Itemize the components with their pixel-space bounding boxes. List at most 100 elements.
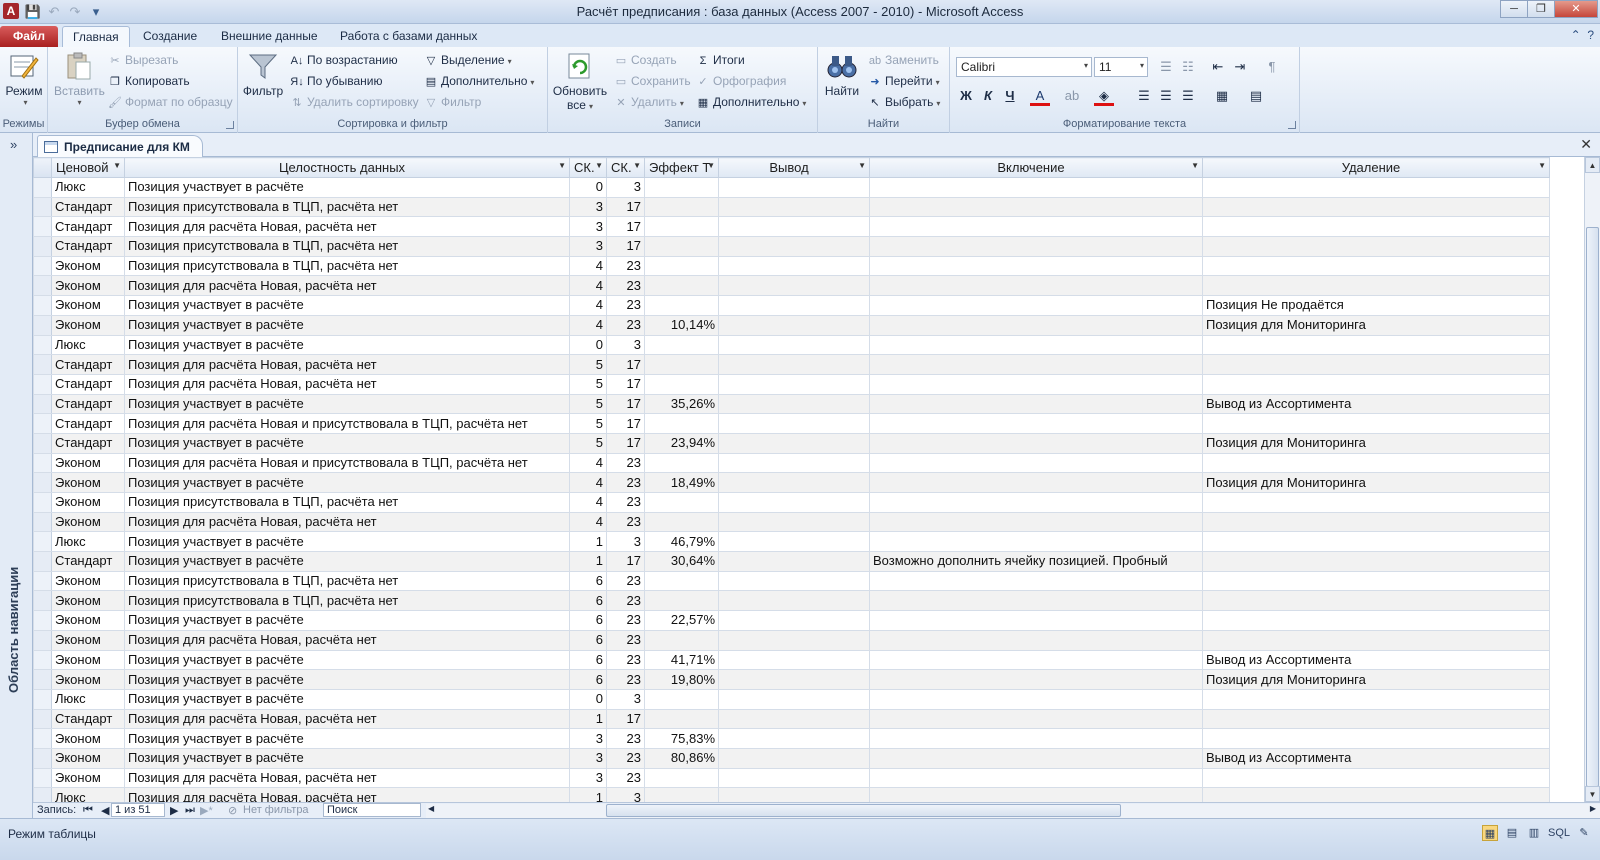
font-color-icon[interactable]: A	[1030, 86, 1050, 106]
tab-database-tools[interactable]: Работа с базами данных	[330, 26, 487, 47]
table-row[interactable]: Эконом Позиция участвует в расчёте 3 23 75,8…	[33, 728, 1550, 749]
table-cell[interactable]: Позиция участвует в расчёте	[124, 728, 570, 749]
align-left-icon[interactable]: ☰	[1134, 86, 1154, 106]
table-row[interactable]: Стандарт Позиция для расчёта Новая, расчё…	[33, 373, 1550, 395]
table-cell[interactable]: Эконом	[51, 570, 125, 592]
table-cell[interactable]: Позиция для расчёта Новая, расчёта нет	[124, 354, 570, 375]
table-row[interactable]: Эконом Позиция участвует в расчёте 6 23 41,7…	[33, 649, 1550, 671]
table-cell[interactable]: Стандарт	[51, 216, 125, 238]
table-cell[interactable]: Эконом	[51, 452, 125, 474]
record-selector[interactable]	[33, 452, 52, 474]
align-right-icon[interactable]: ☰	[1178, 86, 1198, 106]
help-icon[interactable]: ⌃ ?	[1571, 28, 1594, 42]
table-cell[interactable]	[718, 413, 870, 434]
record-selector[interactable]	[33, 196, 52, 218]
record-selector[interactable]	[33, 492, 52, 513]
font-size-select[interactable]: 11 ▾	[1094, 57, 1148, 77]
scroll-up-icon[interactable]: ▲	[1585, 157, 1600, 173]
table-row[interactable]: Эконом Позиция участвует в расчёте 6 23 19,8…	[33, 669, 1550, 690]
record-selector[interactable]	[33, 708, 52, 730]
table-row[interactable]: Эконом Позиция участвует в расчёте 4 23 10,1…	[33, 314, 1550, 336]
toggle-filter-button[interactable]: ▽ Фильтр	[424, 92, 482, 112]
table-cell[interactable]: 17	[606, 708, 645, 730]
table-cell[interactable]	[1202, 610, 1550, 631]
table-cell[interactable]	[869, 708, 1203, 730]
table-cell[interactable]: 6	[569, 610, 607, 631]
datasheet-view-icon[interactable]: ▦	[1481, 825, 1498, 841]
table-cell[interactable]: 23	[606, 511, 645, 533]
table-row[interactable]: Стандарт Позиция для расчёта Новая, расчё…	[33, 216, 1550, 238]
table-cell[interactable]	[1202, 236, 1550, 257]
table-cell[interactable]	[718, 629, 870, 651]
table-cell[interactable]	[869, 610, 1203, 631]
table-cell[interactable]	[644, 177, 719, 198]
table-cell[interactable]: 23	[606, 314, 645, 336]
table-row[interactable]: Люкс Позиция участвует в расчёте 0 3	[33, 177, 1550, 198]
table-cell[interactable]: Стандарт	[51, 708, 125, 730]
table-row[interactable]: Эконом Позиция для расчёта Новая, расчёта…	[33, 511, 1550, 533]
record-selector[interactable]	[33, 472, 52, 493]
table-cell[interactable]	[869, 314, 1203, 336]
column-header-sk2[interactable]: СК. ▼	[606, 157, 645, 178]
table-row[interactable]: Стандарт Позиция присутствовала в ТЦП, ра…	[33, 196, 1550, 218]
new-record-button[interactable]: ▭ Создать	[614, 50, 677, 70]
table-cell[interactable]: 23	[606, 452, 645, 474]
record-selector[interactable]	[33, 629, 52, 651]
table-cell[interactable]: Позиция для Мониторинга	[1202, 472, 1550, 493]
table-cell[interactable]: 1	[569, 708, 607, 730]
column-dropdown-icon[interactable]: ▼	[1191, 161, 1199, 170]
table-cell[interactable]: 23	[606, 728, 645, 749]
numbering-icon[interactable]: ☷	[1178, 57, 1198, 77]
record-selector[interactable]	[33, 373, 52, 395]
record-selector[interactable]	[33, 255, 52, 277]
save-record-button[interactable]: ▭ Сохранить	[614, 71, 691, 91]
table-cell[interactable]: Позиция для Мониторинга	[1202, 432, 1550, 454]
table-cell[interactable]: 22,57%	[644, 610, 719, 631]
table-cell[interactable]	[644, 275, 719, 297]
first-record-icon[interactable]: ⏮	[83, 804, 93, 817]
table-cell[interactable]: 23	[606, 472, 645, 493]
table-cell[interactable]	[1202, 216, 1550, 238]
view-mode-button[interactable]: Режим ▾	[4, 50, 44, 107]
table-cell[interactable]: Стандарт	[51, 236, 125, 257]
table-cell[interactable]: Позиция для расчёта Новая, расчёта нет	[124, 511, 570, 533]
column-dropdown-icon[interactable]: ▼	[633, 161, 641, 170]
fill-color-icon[interactable]: ◈	[1094, 86, 1114, 106]
table-cell[interactable]	[869, 413, 1203, 434]
table-row[interactable]: Стандарт Позиция для расчёта Новая, расчё…	[33, 354, 1550, 375]
table-cell[interactable]	[869, 767, 1203, 789]
table-cell[interactable]: 10,14%	[644, 314, 719, 336]
table-cell[interactable]	[1202, 787, 1550, 802]
table-cell[interactable]	[1202, 373, 1550, 395]
table-cell[interactable]	[718, 590, 870, 612]
table-cell[interactable]	[869, 472, 1203, 493]
record-selector[interactable]	[33, 177, 52, 198]
table-cell[interactable]	[718, 570, 870, 592]
cut-button[interactable]: ✂ Вырезать	[108, 50, 178, 70]
table-cell[interactable]: 3	[569, 236, 607, 257]
table-cell[interactable]	[718, 610, 870, 631]
pivot-chart-view-icon[interactable]: ▥	[1526, 825, 1542, 841]
table-cell[interactable]: 0	[569, 177, 607, 198]
table-cell[interactable]	[1202, 531, 1550, 553]
table-cell[interactable]: Стандарт	[51, 196, 125, 218]
table-row[interactable]: Эконом Позиция присутствовала в ТЦП, расч…	[33, 570, 1550, 592]
table-cell[interactable]	[644, 708, 719, 730]
table-cell[interactable]: Эконом	[51, 511, 125, 533]
table-cell[interactable]: 17	[606, 236, 645, 257]
table-cell[interactable]	[718, 747, 870, 769]
table-cell[interactable]: Эконом	[51, 255, 125, 277]
table-cell[interactable]: 17	[606, 354, 645, 375]
table-cell[interactable]: 4	[569, 314, 607, 336]
table-cell[interactable]	[869, 649, 1203, 671]
table-cell[interactable]: 23	[606, 610, 645, 631]
table-cell[interactable]	[644, 236, 719, 257]
increase-indent-icon[interactable]: ⇥	[1230, 57, 1250, 77]
spelling-button[interactable]: ✓ Орфография	[696, 71, 786, 91]
table-cell[interactable]	[644, 373, 719, 395]
table-cell[interactable]: 5	[569, 373, 607, 395]
align-center-icon[interactable]: ☰	[1156, 86, 1176, 106]
table-cell[interactable]	[718, 295, 870, 316]
close-document-icon[interactable]: ✕	[1580, 136, 1592, 153]
table-cell[interactable]	[869, 255, 1203, 277]
